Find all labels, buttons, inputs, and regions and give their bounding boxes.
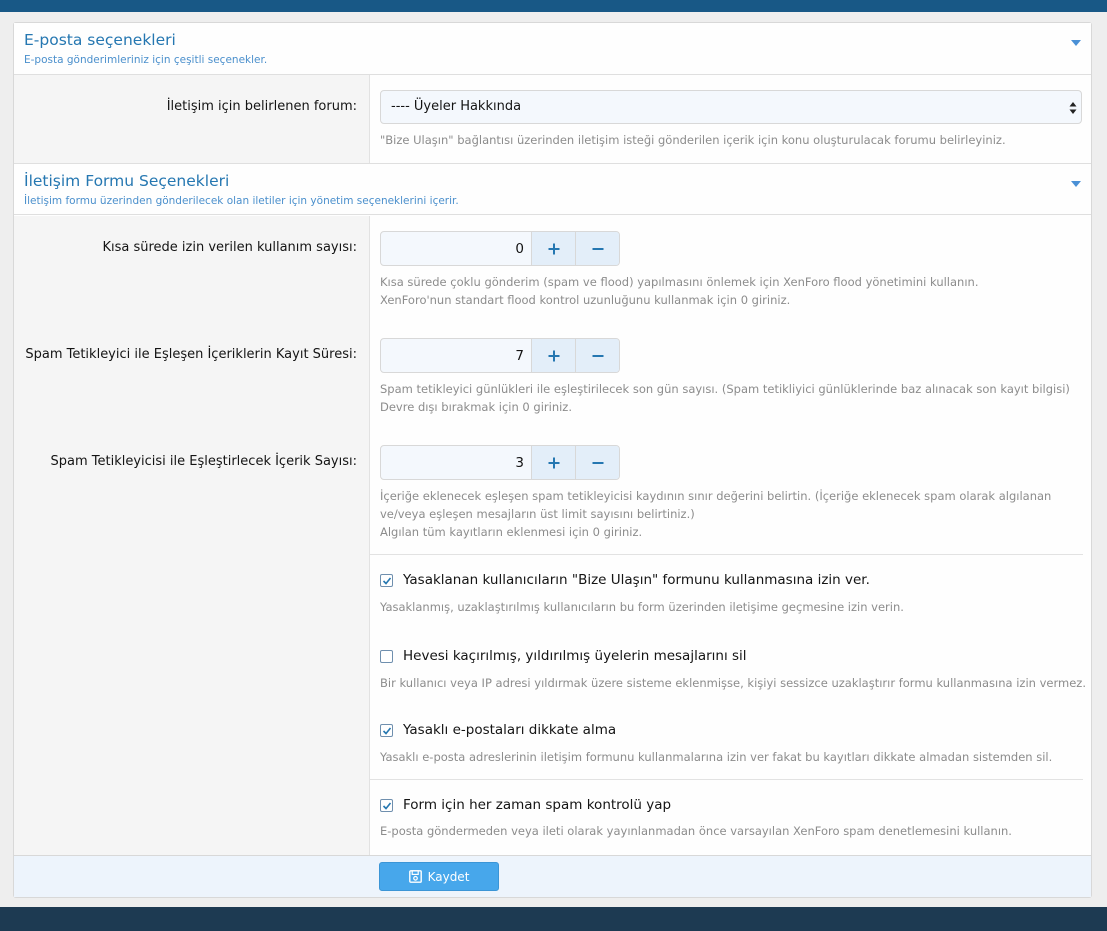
- minus-icon: [592, 461, 603, 464]
- form-footer: Kaydet: [14, 855, 1091, 897]
- spam-match-count-hint-line1: İçeriğe eklenecek eşleşen spam tetikleyi…: [380, 489, 1052, 503]
- floppy-disk-icon: [408, 870, 422, 883]
- save-button[interactable]: Kaydet: [379, 862, 499, 891]
- increment-button[interactable]: [531, 446, 575, 479]
- allow-banned-hint: Yasaklanmış, uzaklaştırılmış kullanıcıla…: [380, 600, 904, 614]
- checkbox-checked[interactable]: [380, 724, 393, 737]
- flood-hint-line2: XenForo'nun standart flood kontrol uzunl…: [380, 293, 791, 307]
- discourage-delete-label: Hevesi kaçırılmış, yıldırılmış üyelerin …: [403, 648, 747, 664]
- always-spam-check-label: Form için her zaman spam kontrolü yap: [403, 797, 672, 813]
- ignore-banned-emails-label: Yasaklı e-postaları dikkate alma: [403, 722, 617, 738]
- flood-count-stepper: 0: [380, 231, 620, 266]
- spam-match-count-hint: İçeriğe eklenecek eşleşen spam tetikleyi…: [380, 487, 1051, 541]
- decrement-button[interactable]: [575, 339, 619, 372]
- discourage-delete-hint: Bir kullanıcı veya IP adresi yıldırmak ü…: [380, 676, 1086, 690]
- allow-banned-label: Yasaklanan kullanıcıların "Bize Ulaşın" …: [403, 572, 870, 588]
- spam-match-count-label: Spam Tetikleyicisi ile Eşleştirlecek İçe…: [50, 454, 357, 469]
- contact-forum-select[interactable]: ---- Üyeler Hakkında: [380, 90, 1082, 124]
- email-section-description: E-posta gönderimleriniz için çeşitli seç…: [24, 54, 268, 66]
- flood-count-input[interactable]: 0: [381, 232, 531, 265]
- plus-icon: [548, 457, 559, 468]
- spam-match-count-hint-line2: ve/veya eşleşen mesajların üst limit say…: [380, 507, 695, 521]
- forum-hint: "Bize Ulaşın" bağlantısı üzerinden ileti…: [380, 133, 1006, 147]
- checkbox-checked[interactable]: [380, 574, 393, 587]
- chevron-down-icon[interactable]: [1070, 38, 1082, 48]
- plus-icon: [548, 350, 559, 361]
- minus-icon: [592, 354, 603, 357]
- spam-log-days-stepper: 7: [380, 338, 620, 373]
- save-button-label: Kaydet: [427, 869, 470, 884]
- spam-log-days-hint-line1: Spam tetikleyici günlükleri ile eşleştir…: [380, 382, 1070, 396]
- minus-icon: [592, 247, 603, 250]
- checkmark-icon: [382, 727, 392, 735]
- increment-button[interactable]: [531, 339, 575, 372]
- flood-hint-line1: Kısa sürede çoklu gönderim (spam ve floo…: [380, 275, 979, 289]
- select-arrows-icon: [1069, 101, 1077, 115]
- forum-label: İletişim için belirlenen forum:: [166, 99, 357, 114]
- email-section-header[interactable]: E-posta seçenekleri E-posta gönderimleri…: [14, 23, 1091, 75]
- spam-log-days-label: Spam Tetikleyici ile Eşleşen İçeriklerin…: [25, 347, 357, 362]
- spam-log-days-hint-line2: Devre dışı bırakmak için 0 giriniz.: [380, 400, 572, 414]
- flood-hint: Kısa sürede çoklu gönderim (spam ve floo…: [380, 273, 978, 309]
- checkmark-icon: [382, 577, 392, 585]
- email-section-title: E-posta seçenekleri: [24, 31, 176, 49]
- ignore-banned-emails-hint: Yasaklı e-posta adreslerinin iletişim fo…: [380, 750, 1053, 764]
- checkmark-icon: [382, 802, 392, 810]
- spam-match-count-stepper: 3: [380, 445, 620, 480]
- spam-match-count-input[interactable]: 3: [381, 446, 531, 479]
- plus-icon: [548, 243, 559, 254]
- increment-button[interactable]: [531, 232, 575, 265]
- divider: [370, 554, 1083, 555]
- spam-match-count-hint-line3: Algılan tüm kayıtların eklenmesi için 0 …: [380, 525, 643, 539]
- bottom-footer-bar: [0, 907, 1107, 931]
- top-header-bar: [0, 0, 1107, 12]
- chevron-down-icon[interactable]: [1070, 179, 1082, 189]
- decrement-button[interactable]: [575, 446, 619, 479]
- contact-forum-value: ---- Üyeler Hakkında: [391, 99, 522, 114]
- contact-label-column: Kısa sürede izin verilen kullanım sayısı…: [14, 216, 370, 855]
- spam-log-days-hint: Spam tetikleyici günlükleri ile eşleştir…: [380, 380, 1070, 416]
- flood-label: Kısa sürede izin verilen kullanım sayısı…: [102, 240, 357, 255]
- decrement-button[interactable]: [575, 232, 619, 265]
- email-label-column: İletişim için belirlenen forum:: [14, 75, 370, 163]
- contact-section-description: İletişim formu üzerinden gönderilecek ol…: [24, 195, 459, 207]
- options-form-block: E-posta seçenekleri E-posta gönderimleri…: [13, 22, 1092, 898]
- checkbox-unchecked[interactable]: [380, 650, 393, 663]
- divider: [370, 779, 1083, 780]
- contact-section-title: İletişim Formu Seçenekleri: [24, 172, 230, 190]
- always-spam-check-hint: E-posta göndermeden veya ileti olarak ya…: [380, 824, 1012, 838]
- checkbox-checked[interactable]: [380, 799, 393, 812]
- contact-section-header[interactable]: İletişim Formu Seçenekleri İletişim form…: [14, 163, 1091, 215]
- spam-log-days-input[interactable]: 7: [381, 339, 531, 372]
